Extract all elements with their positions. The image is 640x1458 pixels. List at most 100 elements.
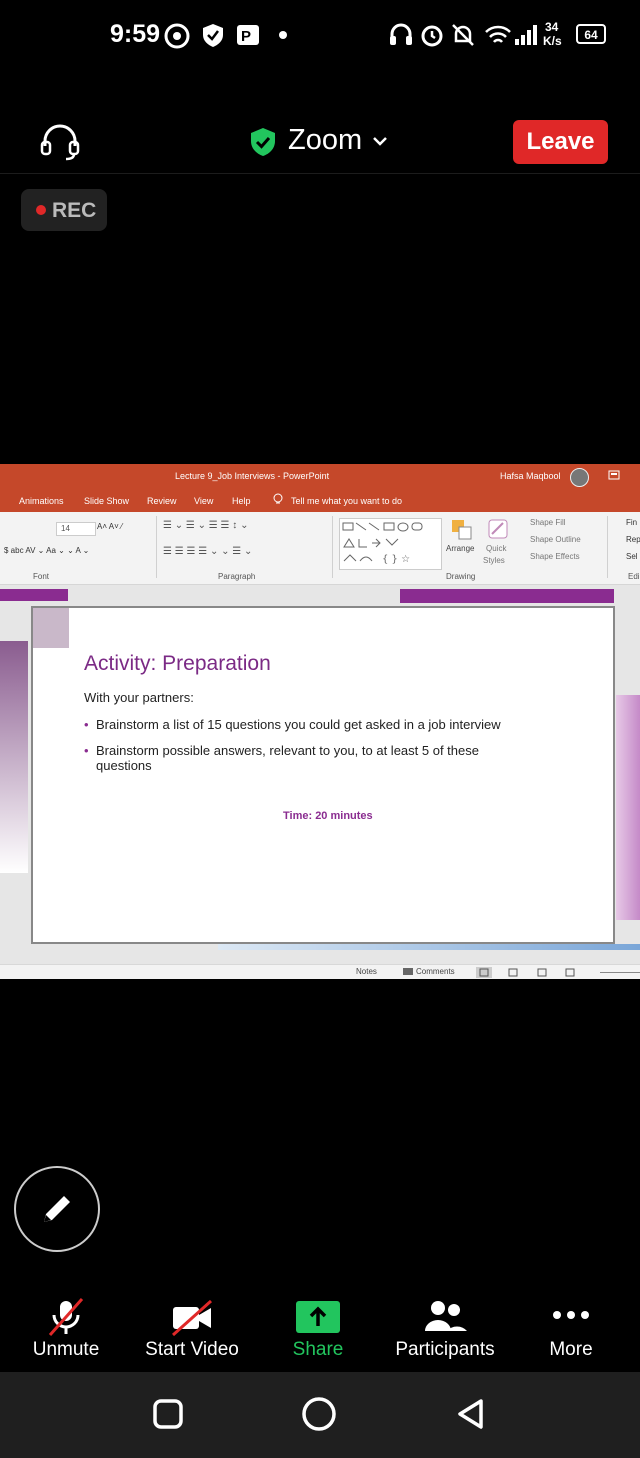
ppt-ribbon-tabs: Animations Slide Show Review View Help T… (0, 488, 640, 512)
arrange-icon[interactable] (450, 518, 474, 542)
bullet-2-line-2: questions (96, 758, 152, 773)
participants-button[interactable]: Participants (381, 1287, 509, 1372)
alarm-icon (421, 25, 443, 47)
video-off-icon (171, 1299, 213, 1337)
share-button[interactable]: Share (254, 1287, 382, 1372)
rec-label: REC (52, 199, 97, 222)
slide-intro: With your partners: (84, 690, 194, 705)
bullet-2-line-1: Brainstorm possible answers, relevant to… (96, 743, 479, 758)
signal-icon (515, 25, 537, 45)
leave-button[interactable]: Leave (513, 120, 608, 164)
participants-label: Participants (395, 1339, 495, 1360)
share-screen-icon (296, 1301, 340, 1333)
shapes-icon: { } ☆ (342, 522, 423, 565)
ppt-title-bar: Lecture 9_Job Interviews - PowerPoint Ha… (0, 464, 640, 488)
separator (332, 516, 333, 578)
shapes-gallery[interactable]: { } ☆ (339, 518, 442, 570)
ppt-status-bar: Notes Comments (0, 964, 640, 979)
slide[interactable]: Activity: Preparation With your partners… (31, 606, 615, 944)
more-button[interactable]: More (507, 1287, 635, 1372)
status-bar: 9:59 P 34 K/s 64 (0, 0, 640, 70)
lightbulb-icon (273, 493, 283, 504)
quick-styles-label-1[interactable]: Quick (486, 544, 506, 553)
back-icon[interactable] (455, 1397, 487, 1431)
recents-icon[interactable] (152, 1398, 184, 1430)
tab-review[interactable]: Review (147, 496, 177, 506)
ppt-user-name: Hafsa Maqbool (500, 471, 561, 481)
group-paragraph-label: Paragraph (218, 572, 256, 581)
slide-bottom-bar (218, 944, 640, 950)
participants-icon (425, 1301, 467, 1331)
svg-text:{ } ☆: { } ☆ (382, 554, 410, 565)
annotate-button[interactable] (14, 1166, 100, 1252)
dot-icon (279, 31, 287, 39)
group-font-label: Font (33, 572, 50, 581)
meeting-toolbar: Unmute Start Video Share Participants Mo… (0, 1287, 640, 1372)
battery-level: 64 (584, 28, 598, 42)
unmute-button[interactable]: Unmute (2, 1287, 130, 1372)
recording-indicator[interactable]: REC (21, 189, 107, 231)
prev-slide-preview (0, 641, 28, 873)
parking-icon: P (237, 25, 259, 45)
encryption-shield[interactable] (250, 127, 276, 162)
ppt-ribbon: 14 A˄ A˅ ⁄ $ abc AV ⌄ Aa ⌄ ⌄ A ⌄ Font ☰ … (0, 512, 640, 585)
bullet-dot-icon: • (84, 743, 89, 758)
font-size-value: 14 (61, 524, 70, 533)
pencil-icon (44, 1196, 70, 1222)
shield-check-icon (251, 128, 275, 156)
audio-headset-icon[interactable] (38, 124, 82, 162)
chevron-down-icon[interactable] (372, 136, 388, 148)
clock: 9:59 (110, 20, 161, 48)
replace-button[interactable]: Rep (626, 535, 640, 544)
tab-view[interactable]: View (194, 496, 213, 506)
header-divider (0, 173, 640, 174)
quick-styles-icon[interactable] (487, 518, 509, 540)
comments-button[interactable]: Comments (416, 967, 455, 976)
align-icons[interactable]: ☰ ☰ ☰ ☰ ⌄ ⌄ ☰ ⌄ (163, 546, 252, 557)
system-nav-bar (0, 1372, 640, 1458)
bullet-dot-icon: • (84, 717, 89, 732)
start-video-label: Start Video (145, 1339, 239, 1360)
next-slide-preview (616, 695, 640, 920)
slide-accent-bar (400, 589, 614, 603)
headphones-icon (390, 23, 412, 45)
more-dots-icon (553, 1311, 589, 1319)
tab-help[interactable]: Help (232, 496, 251, 506)
font-grow-icon[interactable]: A˄ A˅ ⁄ (97, 522, 122, 531)
shape-fill-button[interactable]: Shape Fill (530, 518, 566, 527)
view-buttons-icon[interactable] (476, 967, 576, 978)
zoom-slider[interactable] (600, 972, 640, 973)
group-drawing-label: Drawing (446, 572, 476, 581)
bullet-1-text: Brainstorm a list of 15 questions you co… (96, 717, 501, 732)
tab-slide-show[interactable]: Slide Show (84, 496, 129, 506)
shape-effects-button[interactable]: Shape Effects (530, 552, 580, 561)
slide-accent-bar (0, 589, 68, 601)
app-notification-icon (164, 23, 190, 49)
ribbon-display-icon (608, 470, 620, 480)
microphone-muted-icon (48, 1298, 84, 1336)
list-icons[interactable]: ☰ ⌄ ☰ ⌄ ☰ ☰ ↕ ⌄ (163, 520, 248, 531)
quick-styles-label-2[interactable]: Styles (483, 556, 505, 565)
home-icon[interactable] (301, 1396, 337, 1432)
svg-text:P: P (241, 28, 251, 45)
shared-screen[interactable]: Lecture 9_Job Interviews - PowerPoint Ha… (0, 464, 640, 979)
more-label: More (549, 1339, 593, 1360)
start-video-button[interactable]: Start Video (128, 1287, 256, 1372)
shape-outline-button[interactable]: Shape Outline (530, 535, 581, 544)
ppt-window-title: Lecture 9_Job Interviews - PowerPoint (175, 471, 330, 481)
wifi-icon (485, 25, 511, 43)
notes-button[interactable]: Notes (356, 967, 377, 976)
user-avatar (570, 468, 589, 487)
separator (607, 516, 608, 578)
font-size-box[interactable]: 14 (56, 522, 96, 536)
arrange-label[interactable]: Arrange (446, 544, 474, 553)
bullet-2: • Brainstorm possible answers, relevant … (84, 743, 479, 773)
find-button[interactable]: Fin (626, 518, 637, 527)
group-editing-label: Edi (628, 572, 640, 581)
select-button[interactable]: Sel (626, 552, 638, 561)
bullet-1: • Brainstorm a list of 15 questions you … (84, 717, 501, 732)
tab-animations[interactable]: Animations (19, 496, 64, 506)
font-format-icons[interactable]: $ abc AV ⌄ Aa ⌄ ⌄ A ⌄ (4, 546, 89, 555)
meeting-title[interactable]: Zoom (288, 124, 362, 157)
tell-me-search[interactable]: Tell me what you want to do (291, 496, 402, 506)
